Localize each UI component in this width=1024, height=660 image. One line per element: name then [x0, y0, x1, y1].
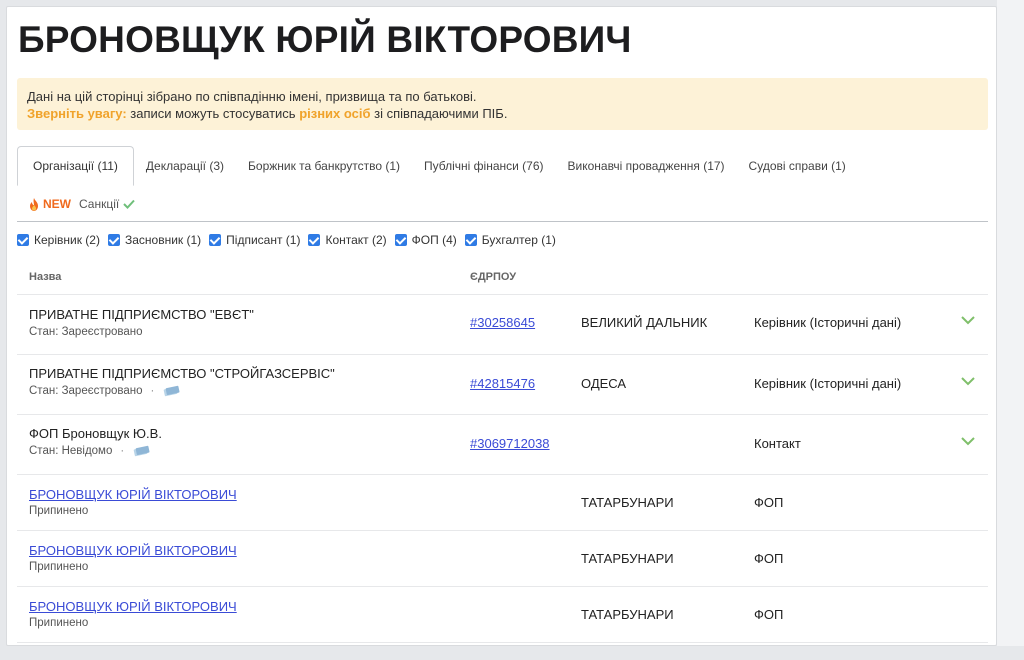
org-status: Припинено — [29, 505, 88, 517]
org-status: Припинено — [29, 617, 88, 629]
filter-signatory[interactable]: Підписант (1) — [209, 233, 300, 247]
org-status: Стан: Невідомо · — [29, 445, 150, 457]
tab-public-finance[interactable]: Публічні фінанси (76) — [412, 146, 555, 186]
tabs: Організації (11) Декларації (3) Боржник … — [17, 146, 988, 222]
org-city: ВЕЛИКИЙ ДАЛЬНИК — [581, 315, 708, 330]
fop-name-link[interactable]: БРОНОВЩУК ЮРІЙ ВІКТОРОВИЧ — [29, 543, 237, 558]
filter-label: Підписант (1) — [226, 233, 301, 247]
money-icon — [164, 385, 180, 397]
org-status: Стан: Зареєстровано · — [29, 385, 180, 397]
table-row: БРОНОВЩУК ЮРІЙ ВІКТОРОВИЧ Припинено ТАТА… — [17, 587, 988, 643]
org-name: ФОП Броновщук Ю.В. — [29, 426, 162, 441]
checkbox[interactable] — [464, 234, 477, 246]
notice-end: зі співпадаючими ПІБ. — [370, 106, 508, 121]
checkbox[interactable] — [209, 234, 222, 246]
chevron-down-icon[interactable] — [960, 436, 976, 446]
fop-name-link[interactable]: БРОНОВЩУК ЮРІЙ ВІКТОРОВИЧ — [29, 487, 237, 502]
tabs-divider — [17, 221, 988, 222]
status-text: Стан: Невідомо — [29, 445, 113, 457]
window-bottom-edge — [0, 646, 1024, 660]
checkbox[interactable] — [17, 234, 29, 246]
edrpou-link[interactable]: #3069712038 — [470, 436, 550, 451]
filter-label: Керівник (2) — [34, 233, 100, 247]
checkbox[interactable] — [107, 234, 120, 246]
status-text: Стан: Зареєстровано — [29, 326, 143, 338]
filter-manager[interactable]: Керівник (2) — [17, 233, 100, 247]
filter-founder[interactable]: Засновник (1) — [107, 233, 202, 247]
tab-debtor-bankruptcy[interactable]: Боржник та банкрутство (1) — [236, 146, 412, 186]
organizations-table: Назва ЄДРПОУ ПРИВАТНЕ ПІДПРИЄМСТВО "ЕВЄТ… — [17, 259, 988, 643]
org-role: ФОП — [754, 551, 784, 566]
notice-text: записи можуть стосуватись — [126, 106, 300, 121]
notice-warning: Зверніть увагу: — [27, 106, 127, 121]
check-icon — [123, 199, 135, 209]
fop-name-link[interactable]: БРОНОВЩУК ЮРІЙ ВІКТОРОВИЧ — [29, 599, 237, 614]
org-city: ТАТАРБУНАРИ — [581, 607, 674, 622]
org-name: ПРИВАТНЕ ПІДПРИЄМСТВО "ЕВЄТ" — [29, 307, 254, 322]
page-container: БРОНОВЩУК ЮРІЙ ВІКТОРОВИЧ Дані на цій ст… — [6, 6, 997, 646]
checkbox[interactable] — [308, 234, 321, 246]
new-badge: NEW — [43, 197, 71, 211]
separator-dot: · — [120, 445, 125, 457]
chevron-down-icon[interactable] — [960, 315, 976, 325]
table-row: БРОНОВЩУК ЮРІЙ ВІКТОРОВИЧ Припинено ТАТА… — [17, 475, 988, 531]
org-role: Керівник (Історичні дані) — [754, 376, 902, 391]
status-text: Стан: Зареєстровано — [29, 385, 143, 397]
window-gutter — [997, 0, 1024, 646]
filter-contact[interactable]: Контакт (2) — [308, 233, 387, 247]
separator-dot: · — [150, 385, 155, 397]
table-row: ФОП Броновщук Ю.В. Стан: Невідомо · #306… — [17, 415, 988, 475]
org-role: Керівник (Історичні дані) — [754, 315, 902, 330]
column-header-name: Назва — [29, 271, 62, 283]
table-row: БРОНОВЩУК ЮРІЙ ВІКТОРОВИЧ Припинено ТАТА… — [17, 531, 988, 587]
notice-line1: Дані на цій сторінці зібрано по співпаді… — [27, 89, 477, 104]
checkbox[interactable] — [394, 234, 407, 246]
filter-fop[interactable]: ФОП (4) — [394, 233, 457, 247]
edrpou-link[interactable]: #30258645 — [470, 315, 535, 330]
table-row: ПРИВАТНЕ ПІДПРИЄМСТВО "СТРОЙГАЗСЕРВІС" С… — [17, 355, 988, 415]
status-text: Припинено — [29, 505, 89, 517]
tab-court-cases[interactable]: Судові справи (1) — [737, 146, 858, 186]
filter-accountant[interactable]: Бухгалтер (1) — [464, 233, 556, 247]
org-role: Контакт — [754, 436, 801, 451]
status-text: Припинено — [29, 617, 89, 629]
org-city: ТАТАРБУНАРИ — [581, 495, 674, 510]
table-header: Назва ЄДРПОУ — [17, 259, 988, 295]
table-row: ПРИВАТНЕ ПІДПРИЄМСТВО "ЕВЄТ" Стан: Зареє… — [17, 295, 988, 355]
filter-label: ФОП (4) — [411, 233, 457, 247]
chevron-down-icon[interactable] — [960, 376, 976, 386]
edrpou-link[interactable]: #42815476 — [470, 376, 535, 391]
notice-banner: Дані на цій сторінці зібрано по співпаді… — [17, 78, 988, 130]
org-city: ТАТАРБУНАРИ — [581, 551, 674, 566]
tab-sanctions[interactable]: NEW Санкції — [17, 186, 988, 222]
tab-declarations[interactable]: Декларації (3) — [134, 146, 236, 186]
filter-label: Контакт (2) — [325, 233, 387, 247]
org-name: ПРИВАТНЕ ПІДПРИЄМСТВО "СТРОЙГАЗСЕРВІС" — [29, 366, 335, 381]
tab-enforcement[interactable]: Виконавчі провадження (17) — [556, 146, 737, 186]
org-city: ОДЕСА — [581, 376, 627, 391]
notice-highlight: різних осіб — [299, 106, 371, 121]
org-status: Стан: Зареєстровано — [29, 326, 143, 338]
fire-icon — [30, 197, 38, 211]
column-header-edrpou: ЄДРПОУ — [470, 271, 517, 283]
filter-label: Засновник (1) — [124, 233, 202, 247]
org-role: ФОП — [754, 495, 784, 510]
tab-sanctions-label: Санкції — [79, 197, 120, 211]
money-icon — [133, 445, 150, 457]
org-status: Припинено — [29, 561, 88, 573]
filter-label: Бухгалтер (1) — [481, 233, 556, 247]
tab-row: Організації (11) Декларації (3) Боржник … — [17, 146, 988, 186]
tab-organizations[interactable]: Організації (11) — [17, 146, 134, 186]
status-text: Припинено — [29, 561, 89, 573]
notice-line2: Зверніть увагу: записи можуть стосуватис… — [27, 105, 978, 122]
role-filters: Керівник (2) Засновник (1) Підписант (1)… — [17, 233, 564, 247]
page-title: БРОНОВЩУК ЮРІЙ ВІКТОРОВИЧ — [18, 19, 632, 60]
org-role: ФОП — [754, 607, 784, 622]
